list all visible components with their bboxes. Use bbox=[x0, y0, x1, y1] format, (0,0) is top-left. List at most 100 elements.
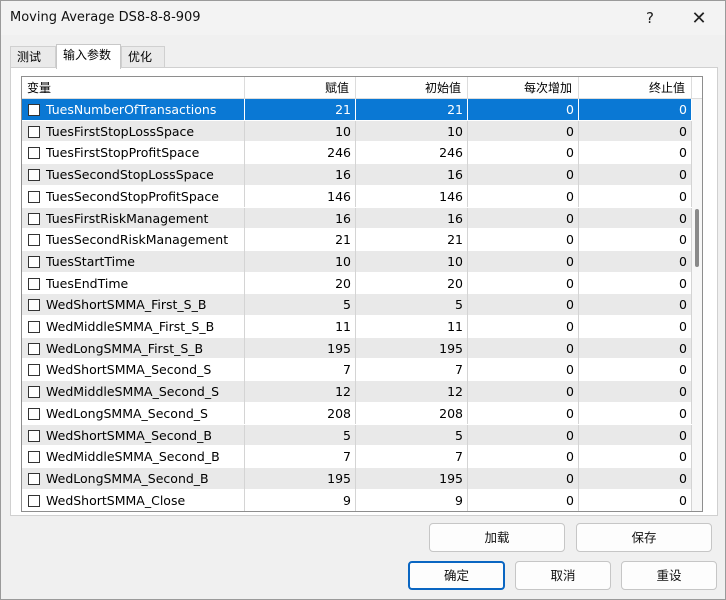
table-row[interactable]: TuesFirstStopProfitSpace 246 246 0 0 bbox=[22, 142, 692, 165]
value-cell[interactable]: 10 bbox=[245, 250, 356, 273]
value-cell[interactable]: 5 bbox=[245, 294, 356, 316]
initial-value-cell[interactable]: 5 bbox=[356, 424, 468, 447]
table-row[interactable]: TuesNumberOfTransactions 21 21 0 0 bbox=[22, 99, 692, 121]
table-row[interactable]: TuesSecondStopProfitSpace 146 146 0 0 bbox=[22, 185, 692, 208]
variable-name-cell[interactable]: TuesSecondStopLossSpace bbox=[22, 164, 245, 186]
optimize-checkbox[interactable] bbox=[28, 299, 40, 312]
initial-value-cell[interactable]: 10 bbox=[356, 250, 468, 273]
table-row[interactable]: WedMiddleSMMA_Second_S 12 12 0 0 bbox=[22, 381, 692, 403]
stop-value-cell[interactable]: 0 bbox=[579, 424, 692, 447]
variable-name-cell[interactable]: TuesEndTime bbox=[22, 272, 245, 295]
variable-name-cell[interactable]: WedShortSMMA_Second_B bbox=[22, 424, 245, 447]
initial-value-cell[interactable]: 195 bbox=[356, 467, 468, 490]
table-row[interactable]: TuesSecondRiskManagement 21 21 0 0 bbox=[22, 229, 692, 251]
optimize-checkbox[interactable] bbox=[28, 169, 40, 182]
optimize-checkbox[interactable] bbox=[28, 147, 40, 160]
table-row[interactable]: TuesFirstStopLossSpace 10 10 0 0 bbox=[22, 120, 692, 143]
value-cell[interactable]: 10 bbox=[245, 120, 356, 143]
table-row[interactable]: TuesFirstRiskManagement 16 16 0 0 bbox=[22, 207, 692, 230]
value-cell[interactable]: 12 bbox=[245, 381, 356, 403]
stop-value-cell[interactable]: 0 bbox=[579, 229, 692, 251]
stop-value-cell[interactable]: 0 bbox=[579, 489, 692, 511]
column-header-step[interactable]: 每次增加 bbox=[468, 77, 579, 99]
step-cell[interactable]: 0 bbox=[468, 229, 579, 251]
step-cell[interactable]: 0 bbox=[468, 467, 579, 490]
table-row[interactable]: WedShortSMMA_First_S_B 5 5 0 0 bbox=[22, 294, 692, 316]
reset-button[interactable]: 重设 bbox=[621, 561, 717, 590]
initial-value-cell[interactable]: 7 bbox=[356, 446, 468, 468]
step-cell[interactable]: 0 bbox=[468, 250, 579, 273]
close-button[interactable]: ✕ bbox=[676, 1, 722, 35]
optimize-checkbox[interactable] bbox=[28, 342, 40, 355]
stop-value-cell[interactable]: 0 bbox=[579, 381, 692, 403]
variable-name-cell[interactable]: TuesFirstStopLossSpace bbox=[22, 120, 245, 143]
stop-value-cell[interactable]: 0 bbox=[579, 120, 692, 143]
step-cell[interactable]: 0 bbox=[468, 99, 579, 121]
variable-name-cell[interactable]: TuesStartTime bbox=[22, 250, 245, 273]
step-cell[interactable]: 0 bbox=[468, 359, 579, 382]
step-cell[interactable]: 0 bbox=[468, 489, 579, 511]
initial-value-cell[interactable]: 12 bbox=[356, 381, 468, 403]
variable-name-cell[interactable]: WedMiddleSMMA_Second_B bbox=[22, 446, 245, 468]
optimize-checkbox[interactable] bbox=[28, 429, 40, 442]
step-cell[interactable]: 0 bbox=[468, 207, 579, 230]
title-bar[interactable]: Moving Average DS8-8-8-909 ? ✕ bbox=[1, 1, 725, 35]
column-header-value[interactable]: 赋值 bbox=[245, 77, 356, 99]
variable-name-cell[interactable]: WedLongSMMA_Second_S bbox=[22, 402, 245, 425]
value-cell[interactable]: 9 bbox=[245, 489, 356, 511]
table-row[interactable]: WedLongSMMA_First_S_B 195 195 0 0 bbox=[22, 337, 692, 360]
step-cell[interactable]: 0 bbox=[468, 446, 579, 468]
initial-value-cell[interactable]: 208 bbox=[356, 402, 468, 425]
variable-name-cell[interactable]: TuesNumberOfTransactions bbox=[22, 99, 245, 121]
step-cell[interactable]: 0 bbox=[468, 316, 579, 338]
variable-name-cell[interactable]: WedLongSMMA_Second_B bbox=[22, 467, 245, 490]
optimize-checkbox[interactable] bbox=[28, 255, 40, 268]
optimize-checkbox[interactable] bbox=[28, 364, 40, 377]
optimize-checkbox[interactable] bbox=[28, 190, 40, 203]
table-row[interactable]: WedLongSMMA_Second_B 195 195 0 0 bbox=[22, 467, 692, 490]
step-cell[interactable]: 0 bbox=[468, 185, 579, 208]
value-cell[interactable]: 11 bbox=[245, 316, 356, 338]
value-cell[interactable]: 7 bbox=[245, 446, 356, 468]
optimize-checkbox[interactable] bbox=[28, 451, 40, 464]
vertical-scrollbar[interactable] bbox=[692, 99, 702, 511]
variable-name-cell[interactable]: WedShortSMMA_First_S_B bbox=[22, 294, 245, 316]
scrollbar-thumb[interactable] bbox=[695, 209, 699, 267]
optimize-checkbox[interactable] bbox=[28, 407, 40, 420]
step-cell[interactable]: 0 bbox=[468, 402, 579, 425]
variable-name-cell[interactable]: WedLongSMMA_First_S_B bbox=[22, 337, 245, 360]
stop-value-cell[interactable]: 0 bbox=[579, 272, 692, 295]
stop-value-cell[interactable]: 0 bbox=[579, 467, 692, 490]
optimize-checkbox[interactable] bbox=[28, 472, 40, 485]
optimize-checkbox[interactable] bbox=[28, 386, 40, 399]
value-cell[interactable]: 146 bbox=[245, 185, 356, 208]
stop-value-cell[interactable]: 0 bbox=[579, 250, 692, 273]
step-cell[interactable]: 0 bbox=[468, 164, 579, 186]
stop-value-cell[interactable]: 0 bbox=[579, 359, 692, 382]
initial-value-cell[interactable]: 10 bbox=[356, 120, 468, 143]
step-cell[interactable]: 0 bbox=[468, 337, 579, 360]
variable-name-cell[interactable]: TuesSecondStopProfitSpace bbox=[22, 185, 245, 208]
value-cell[interactable]: 246 bbox=[245, 142, 356, 165]
value-cell[interactable]: 7 bbox=[245, 359, 356, 382]
initial-value-cell[interactable]: 7 bbox=[356, 359, 468, 382]
table-row[interactable]: TuesSecondStopLossSpace 16 16 0 0 bbox=[22, 164, 692, 186]
initial-value-cell[interactable]: 146 bbox=[356, 185, 468, 208]
stop-value-cell[interactable]: 0 bbox=[579, 446, 692, 468]
step-cell[interactable]: 0 bbox=[468, 272, 579, 295]
value-cell[interactable]: 195 bbox=[245, 467, 356, 490]
step-cell[interactable]: 0 bbox=[468, 120, 579, 143]
value-cell[interactable]: 5 bbox=[245, 424, 356, 447]
step-cell[interactable]: 0 bbox=[468, 294, 579, 316]
stop-value-cell[interactable]: 0 bbox=[579, 185, 692, 208]
tab-test[interactable]: 测试 bbox=[10, 46, 56, 68]
step-cell[interactable]: 0 bbox=[468, 381, 579, 403]
value-cell[interactable]: 21 bbox=[245, 99, 356, 121]
stop-value-cell[interactable]: 0 bbox=[579, 207, 692, 230]
initial-value-cell[interactable]: 11 bbox=[356, 316, 468, 338]
variable-name-cell[interactable]: TuesSecondRiskManagement bbox=[22, 229, 245, 251]
stop-value-cell[interactable]: 0 bbox=[579, 142, 692, 165]
initial-value-cell[interactable]: 21 bbox=[356, 229, 468, 251]
stop-value-cell[interactable]: 0 bbox=[579, 164, 692, 186]
variable-name-cell[interactable]: TuesFirstRiskManagement bbox=[22, 207, 245, 230]
